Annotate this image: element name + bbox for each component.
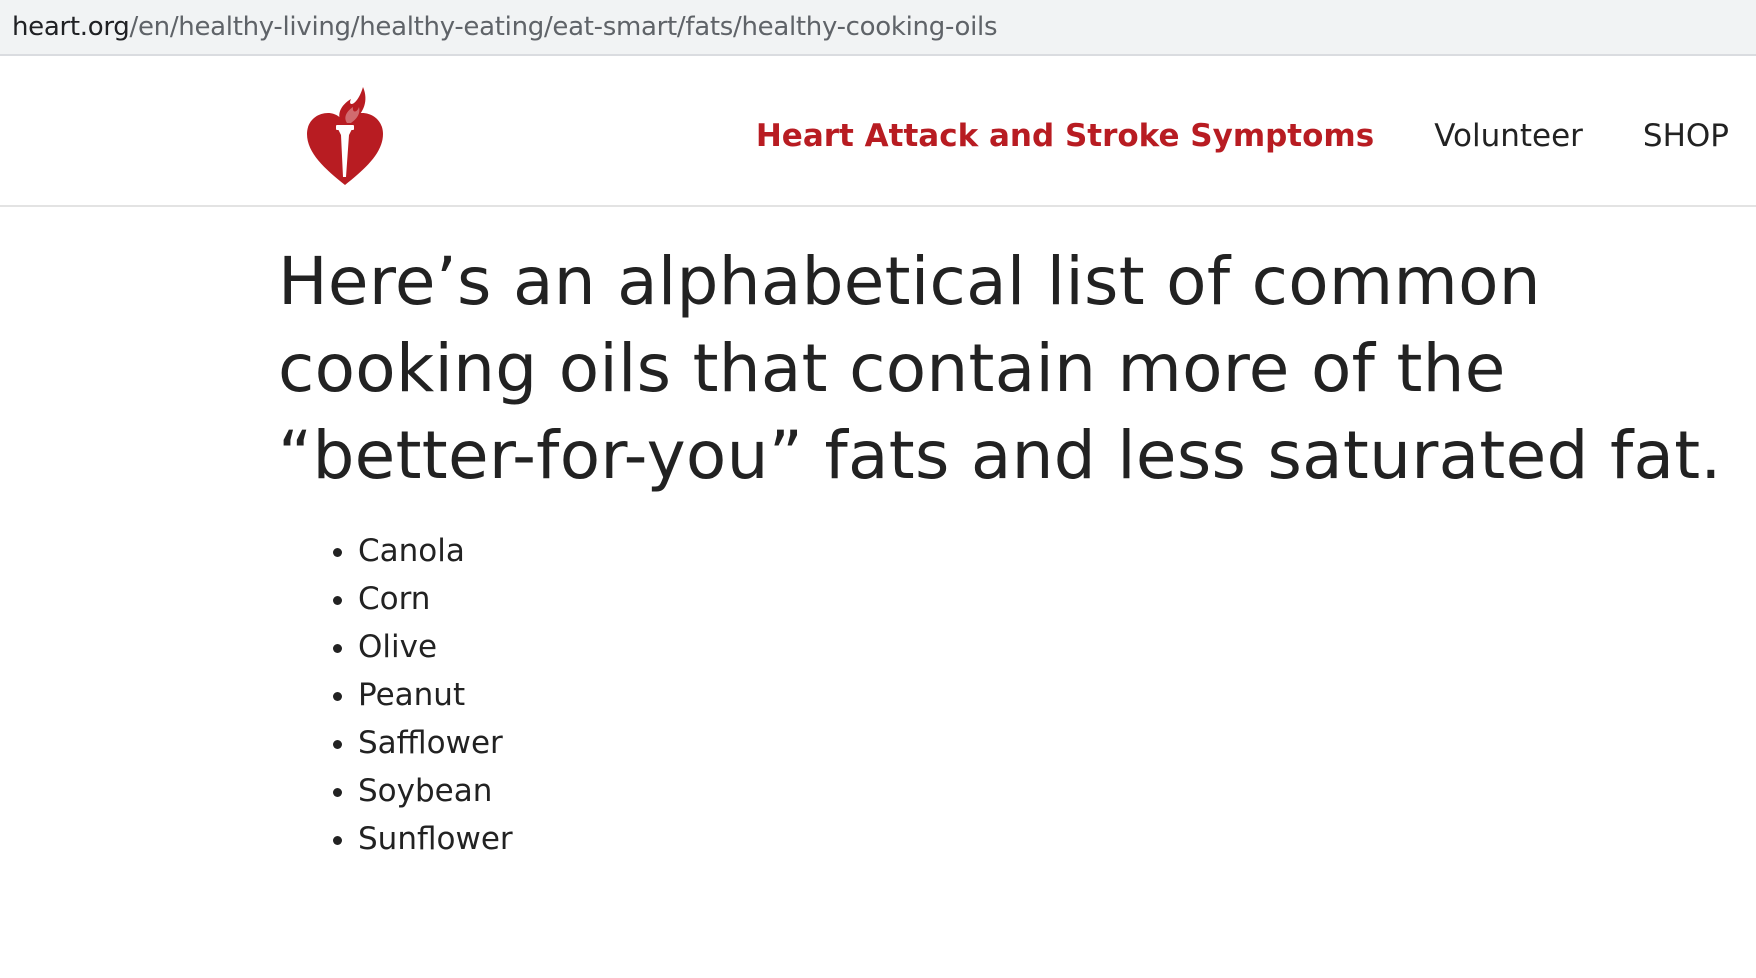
list-item-canola: Canola [358,527,1728,575]
nav-shop-link[interactable]: SHOP [1643,118,1729,154]
nav-heart-attack-stroke-symptoms-link[interactable]: Heart Attack and Stroke Symptoms [756,118,1374,154]
list-item-sunflower: Sunflower [358,815,1728,863]
cooking-oils-list: Canola Corn Olive Peanut Safflower Soybe… [358,527,1728,863]
page-headline: Here’s an alphabetical list of common co… [278,243,1722,494]
site-header: Heart Attack and Stroke Symptoms Volunte… [0,65,1756,207]
list-item-peanut: Peanut [358,671,1728,719]
heart-torch-logo-icon[interactable] [305,85,385,187]
list-item-corn: Corn [358,575,1728,623]
top-nav: Heart Attack and Stroke Symptoms Volunte… [756,65,1729,207]
list-item-safflower: Safflower [358,719,1728,767]
list-item-olive: Olive [358,623,1728,671]
url-path: /en/healthy-living/healthy-eating/eat-sm… [129,12,998,42]
nav-volunteer-link[interactable]: Volunteer [1434,118,1583,154]
address-bar[interactable]: heart.org/en/healthy-living/healthy-eati… [0,0,1756,56]
main-content: Here’s an alphabetical list of common co… [278,238,1728,863]
url-domain: heart.org [12,12,130,42]
list-item-soybean: Soybean [358,767,1728,815]
